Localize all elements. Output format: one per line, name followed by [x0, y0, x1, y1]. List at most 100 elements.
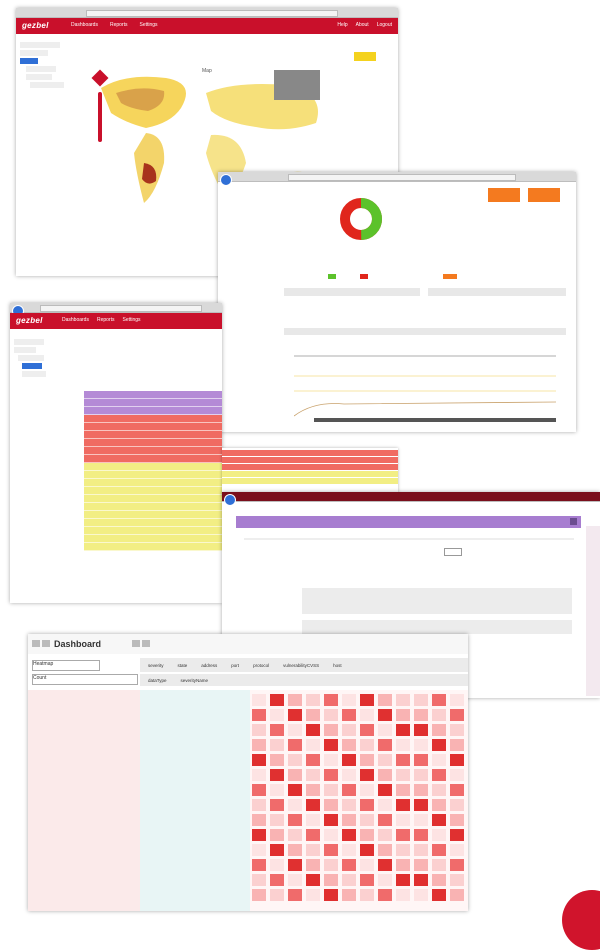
heatmap-cell[interactable]	[252, 799, 266, 811]
heatmap-cell[interactable]	[360, 709, 374, 721]
heatmap-cell[interactable]	[288, 844, 302, 856]
heatmap-cell[interactable]	[324, 709, 338, 721]
heatmap-cell[interactable]	[378, 754, 392, 766]
heatmap-cell[interactable]	[378, 799, 392, 811]
heatmap-cell[interactable]	[432, 829, 446, 841]
heatmap-cell[interactable]	[378, 814, 392, 826]
heatmap-cell[interactable]	[306, 709, 320, 721]
heatmap-cell[interactable]	[288, 724, 302, 736]
table-row[interactable]	[222, 464, 398, 470]
heatmap-cell[interactable]	[432, 724, 446, 736]
heatmap-cell[interactable]	[270, 724, 284, 736]
heatmap-cell[interactable]	[270, 784, 284, 796]
heatmap-cell[interactable]	[450, 724, 464, 736]
table-row[interactable]	[84, 431, 222, 439]
heatmap-cell[interactable]	[432, 799, 446, 811]
heatmap-cell[interactable]	[270, 829, 284, 841]
heatmap-cell[interactable]	[252, 739, 266, 751]
heatmap-cell[interactable]	[396, 769, 410, 781]
heatmap-cell[interactable]	[360, 859, 374, 871]
heatmap-cell[interactable]	[432, 739, 446, 751]
heatmap-cell[interactable]	[396, 754, 410, 766]
heatmap-cell[interactable]	[270, 844, 284, 856]
heatmap-cell[interactable]	[450, 769, 464, 781]
tree-node-selected[interactable]	[20, 58, 38, 64]
heatmap-cell[interactable]	[270, 739, 284, 751]
heatmap-cell[interactable]	[450, 814, 464, 826]
heatmap-cell[interactable]	[324, 844, 338, 856]
heatmap-cell[interactable]	[288, 709, 302, 721]
heatmap-cell[interactable]	[432, 769, 446, 781]
heatmap-cell[interactable]	[252, 694, 266, 706]
heatmap-cell[interactable]	[324, 859, 338, 871]
heatmap-cell[interactable]	[360, 754, 374, 766]
heatmap-cell[interactable]	[450, 889, 464, 901]
table-row[interactable]	[84, 391, 222, 399]
heatmap-cell[interactable]	[414, 694, 428, 706]
heatmap-cell[interactable]	[432, 694, 446, 706]
heatmap-cell[interactable]	[288, 814, 302, 826]
heatmap-cell[interactable]	[324, 829, 338, 841]
table-row[interactable]	[84, 535, 222, 543]
heatmap-cell[interactable]	[252, 859, 266, 871]
heatmap-cell[interactable]	[396, 724, 410, 736]
heatmap-cell[interactable]	[270, 754, 284, 766]
heatmap-cell[interactable]	[450, 874, 464, 886]
heatmap-cell[interactable]	[414, 709, 428, 721]
heatmap-cell[interactable]	[432, 709, 446, 721]
heatmap-cell[interactable]	[378, 694, 392, 706]
table-row[interactable]	[222, 478, 398, 484]
heatmap-cell[interactable]	[288, 754, 302, 766]
sub-column-pill[interactable]: dataType	[148, 678, 167, 683]
back-icon[interactable]	[32, 640, 40, 647]
heatmap-cell[interactable]	[450, 859, 464, 871]
heatmap-cell[interactable]	[306, 769, 320, 781]
heatmap-cell[interactable]	[360, 724, 374, 736]
tree-node[interactable]	[14, 347, 36, 353]
column-pill[interactable]: address	[201, 663, 217, 668]
heatmap-cell[interactable]	[342, 754, 356, 766]
heatmap-cell[interactable]	[360, 739, 374, 751]
heatmap-cell[interactable]	[270, 859, 284, 871]
heatmap-cell[interactable]	[414, 739, 428, 751]
table-row[interactable]	[84, 439, 222, 447]
settings-icon[interactable]	[132, 640, 140, 647]
heatmap-cell[interactable]	[306, 799, 320, 811]
heatmap-cell[interactable]	[450, 754, 464, 766]
heatmap-cell[interactable]	[378, 769, 392, 781]
heatmap-cell[interactable]	[306, 724, 320, 736]
field-input[interactable]	[444, 548, 462, 556]
heatmap-cell[interactable]	[342, 814, 356, 826]
heatmap-cell[interactable]	[252, 874, 266, 886]
table-row[interactable]	[84, 407, 222, 415]
orange-button-1[interactable]	[488, 188, 520, 202]
heatmap-cell[interactable]	[342, 694, 356, 706]
column-pill[interactable]: host	[333, 663, 342, 668]
table-row[interactable]	[84, 471, 222, 479]
heatmap-cell[interactable]	[342, 889, 356, 901]
heatmap-cell[interactable]	[342, 739, 356, 751]
heatmap-cell[interactable]	[306, 694, 320, 706]
heatmap-cell[interactable]	[324, 769, 338, 781]
heatmap-cell[interactable]	[396, 799, 410, 811]
table-row[interactable]	[84, 503, 222, 511]
heatmap-cell[interactable]	[450, 709, 464, 721]
menu-item[interactable]: Settings	[122, 317, 140, 323]
table-row[interactable]	[84, 487, 222, 495]
heatmap-cell[interactable]	[396, 814, 410, 826]
heatmap-cell[interactable]	[450, 739, 464, 751]
heatmap-cell[interactable]	[342, 844, 356, 856]
heatmap-cell[interactable]	[414, 784, 428, 796]
table-row[interactable]	[84, 511, 222, 519]
heatmap-cell[interactable]	[414, 859, 428, 871]
heatmap-cell[interactable]	[450, 694, 464, 706]
heatmap-cell[interactable]	[378, 709, 392, 721]
tree-node[interactable]	[18, 355, 44, 361]
heatmap-cell[interactable]	[342, 829, 356, 841]
heatmap-cell[interactable]	[396, 694, 410, 706]
refresh-icon[interactable]	[142, 640, 150, 647]
heatmap-cell[interactable]	[396, 889, 410, 901]
tree-node[interactable]	[30, 82, 64, 88]
heatmap-cell[interactable]	[306, 739, 320, 751]
table-row[interactable]	[84, 447, 222, 455]
